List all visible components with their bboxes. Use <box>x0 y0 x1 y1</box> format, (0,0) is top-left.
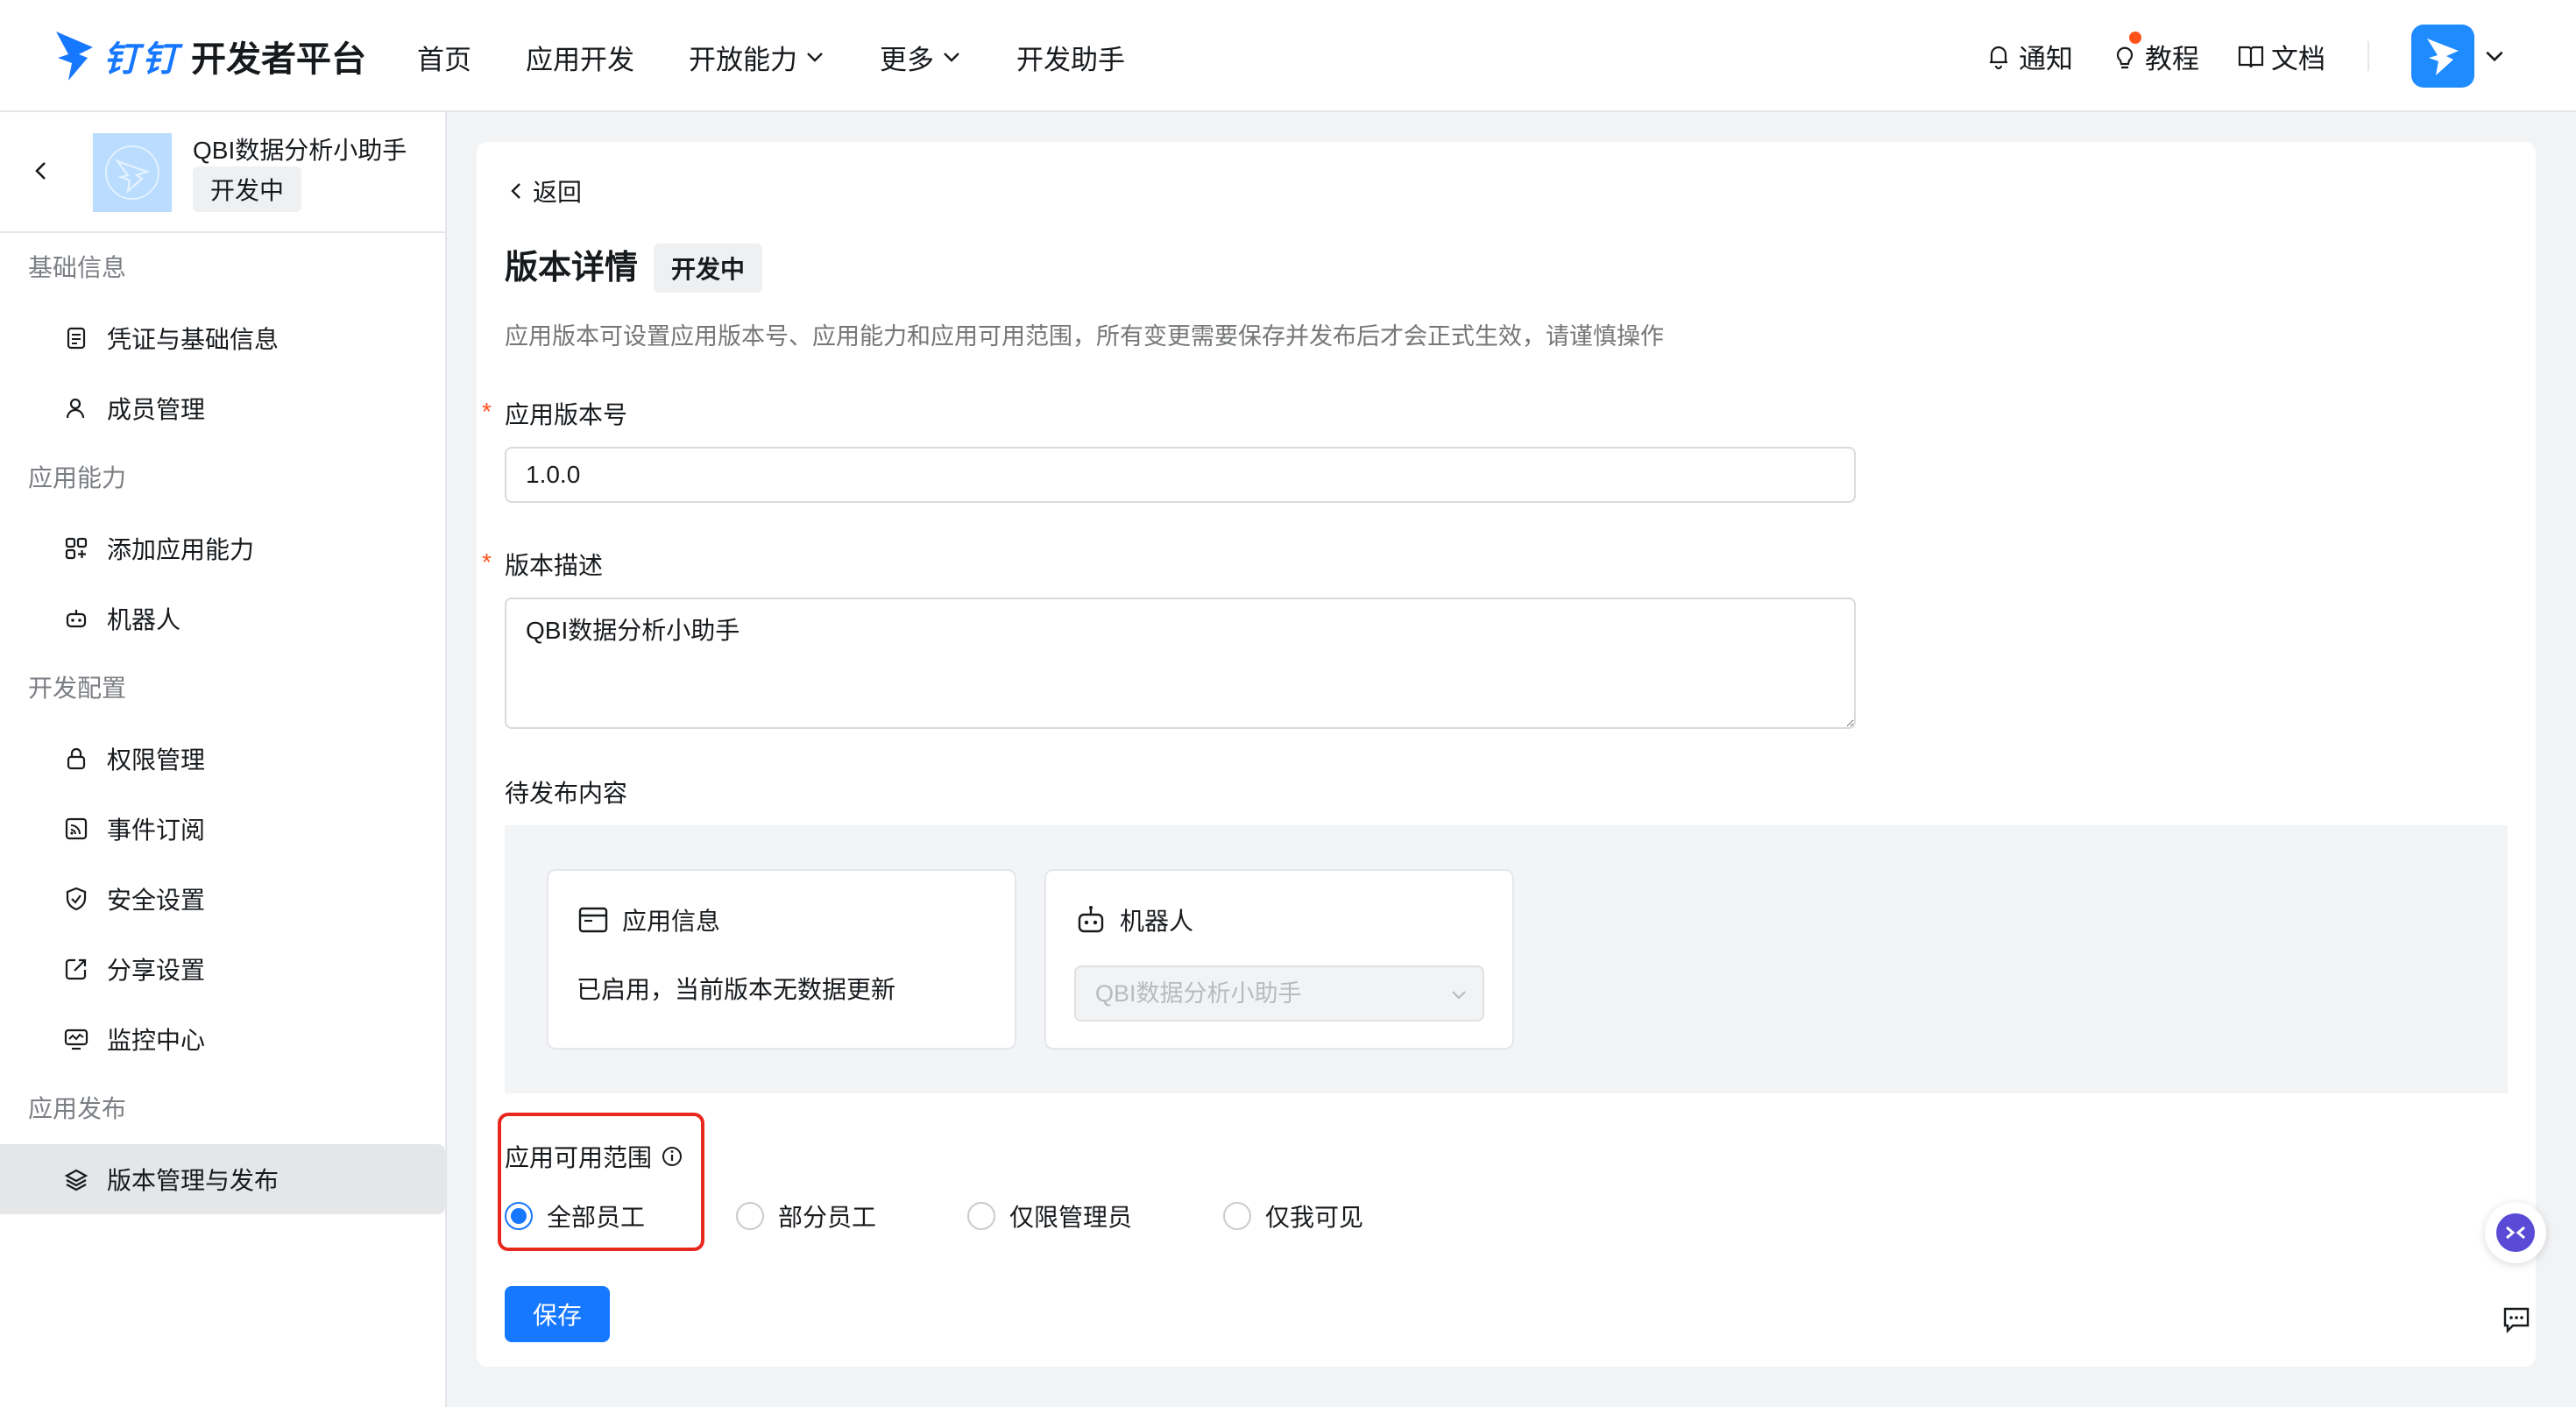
top-nav: 首页 应用开发 开放能力 更多 开发助手 <box>417 33 1179 81</box>
app-status-badge: 开发中 <box>193 166 302 212</box>
version-number-input[interactable] <box>505 447 1856 503</box>
page-title: 版本详情 <box>505 250 639 286</box>
dingtalk-avatar-icon <box>2427 39 2459 75</box>
book-icon <box>2238 46 2264 68</box>
radio-button[interactable] <box>967 1202 995 1230</box>
app-info-status: 已启用，当前版本无数据更新 <box>577 976 896 1003</box>
top-header: 钉钉 开发者平台 首页 应用开发 开放能力 更多 开发助手 通知 教程 文档 <box>0 0 2576 112</box>
app-name: QBI数据分析小助手 <box>193 137 407 164</box>
back-link[interactable]: 返回 <box>505 173 582 209</box>
pending-content-label: 待发布内容 <box>505 780 628 807</box>
header-toolbar: 通知 教程 文档 <box>1947 21 2506 91</box>
app-thumbnail <box>93 133 172 212</box>
sidebar-group-basic: 基础信息 <box>28 254 127 281</box>
notify-button[interactable]: 通知 <box>1984 37 2073 76</box>
nav-dev-assistant[interactable]: 开发助手 <box>1016 33 1125 81</box>
sidebar-item-version-release[interactable]: 版本管理与发布 <box>0 1144 445 1214</box>
share-icon <box>65 958 87 980</box>
monitor-icon <box>64 1029 88 1050</box>
user-icon <box>66 398 85 419</box>
nav-open-capability[interactable]: 开放能力 <box>689 33 825 81</box>
chevron-left-icon <box>511 183 520 199</box>
toolbar-divider <box>2367 41 2369 71</box>
assistant-bot-button[interactable] <box>2485 1202 2546 1263</box>
sidebar: QBI数据分析小助手 开发中 基础信息 凭证与基础信息 成员管理 应用能力 添加… <box>0 112 447 1407</box>
sidebar-item-monitor[interactable]: 监控中心 <box>0 1004 445 1074</box>
lock-icon <box>67 747 86 770</box>
sidebar-group-release: 应用发布 <box>28 1095 127 1122</box>
document-icon <box>67 327 86 350</box>
chevron-down-icon <box>807 53 823 62</box>
shield-icon <box>66 887 87 911</box>
assistant-bot-icon <box>2496 1213 2535 1252</box>
scope-radio-group: 全部员工 部分员工 仅限管理员 仅我可见 <box>505 1198 1363 1234</box>
radio-button-checked[interactable] <box>505 1202 533 1230</box>
apps-add-icon <box>65 537 88 560</box>
brand-name: 钉钉 <box>103 40 180 79</box>
layers-icon <box>64 1169 88 1191</box>
chevron-down-icon[interactable] <box>2483 45 2506 67</box>
docs-button[interactable]: 文档 <box>2236 37 2325 76</box>
user-avatar[interactable] <box>2411 25 2474 88</box>
robot-icon <box>66 610 87 628</box>
lightbulb-icon <box>2116 46 2134 69</box>
sidebar-item-security[interactable]: 安全设置 <box>0 864 445 934</box>
chevron-down-icon <box>944 53 959 62</box>
robot-card: 机器人 QBI数据分析小助手 <box>1044 869 1514 1050</box>
scope-option-self[interactable]: 仅我可见 <box>1223 1198 1363 1234</box>
version-description-textarea[interactable]: QBI数据分析小助手 <box>505 597 1856 729</box>
notification-dot <box>2129 31 2141 44</box>
required-mark: * <box>482 398 492 425</box>
version-detail-card: 返回 版本详情 开发中 应用版本可设置应用版本号、应用能力和应用可用范围，所有变… <box>477 142 2536 1367</box>
version-description-label: * 版本描述 <box>482 548 604 579</box>
page-description: 应用版本可设置应用版本号、应用能力和应用可用范围，所有变更需要保存并发布后才会正… <box>505 323 1664 350</box>
chevron-left-icon[interactable] <box>28 158 54 184</box>
scope-option-admin[interactable]: 仅限管理员 <box>967 1198 1223 1234</box>
nav-app-dev[interactable]: 应用开发 <box>526 33 634 81</box>
version-number-label: * 应用版本号 <box>482 398 628 428</box>
dingtalk-logo-icon <box>56 32 93 81</box>
nav-home[interactable]: 首页 <box>417 33 471 81</box>
scope-label: 应用可用范围 <box>505 1139 683 1174</box>
sidebar-item-credentials[interactable]: 凭证与基础信息 <box>0 303 445 373</box>
nav-more[interactable]: 更多 <box>880 33 962 81</box>
chevron-down-icon <box>1452 991 1466 1000</box>
sidebar-item-members[interactable]: 成员管理 <box>0 373 445 443</box>
sidebar-item-events[interactable]: 事件订阅 <box>0 794 445 864</box>
robot-icon <box>1078 906 1104 933</box>
brand-logo[interactable]: 钉钉 开发者平台 <box>53 21 366 91</box>
robot-select: QBI数据分析小助手 <box>1074 965 1484 1022</box>
app-header: QBI数据分析小助手 开发中 <box>0 112 445 233</box>
sidebar-item-add-capability[interactable]: 添加应用能力 <box>0 513 445 583</box>
app-info-title: 应用信息 <box>577 902 720 937</box>
scope-option-all[interactable]: 全部员工 <box>505 1198 736 1234</box>
info-icon[interactable] <box>661 1145 683 1168</box>
app-thumbnail-icon <box>105 145 159 200</box>
scope-option-partial[interactable]: 部分员工 <box>736 1198 967 1234</box>
feedback-icon[interactable] <box>2501 1304 2532 1335</box>
app-info-card: 应用信息 已启用，当前版本无数据更新 <box>547 869 1016 1050</box>
required-mark: * <box>482 548 492 576</box>
pending-content-area: 应用信息 已启用，当前版本无数据更新 机器人 QBI数据分析小助手 <box>505 825 2508 1093</box>
robot-title: 机器人 <box>1074 902 1193 937</box>
sidebar-group-dev-config: 开发配置 <box>28 675 127 702</box>
sidebar-item-share[interactable]: 分享设置 <box>0 934 445 1004</box>
radio-button[interactable] <box>1223 1202 1251 1230</box>
sidebar-group-capability: 应用能力 <box>28 464 127 491</box>
radio-button[interactable] <box>736 1202 764 1230</box>
brand-subtitle: 开发者平台 <box>191 40 366 79</box>
sidebar-item-robot[interactable]: 机器人 <box>0 583 445 654</box>
status-badge: 开发中 <box>654 244 763 293</box>
browser-window-icon <box>578 907 608 933</box>
sidebar-item-permissions[interactable]: 权限管理 <box>0 724 445 794</box>
bell-icon <box>1990 46 2007 70</box>
rss-icon <box>65 817 88 840</box>
tutorial-button[interactable]: 教程 <box>2110 31 2199 76</box>
save-button[interactable]: 保存 <box>505 1286 610 1342</box>
